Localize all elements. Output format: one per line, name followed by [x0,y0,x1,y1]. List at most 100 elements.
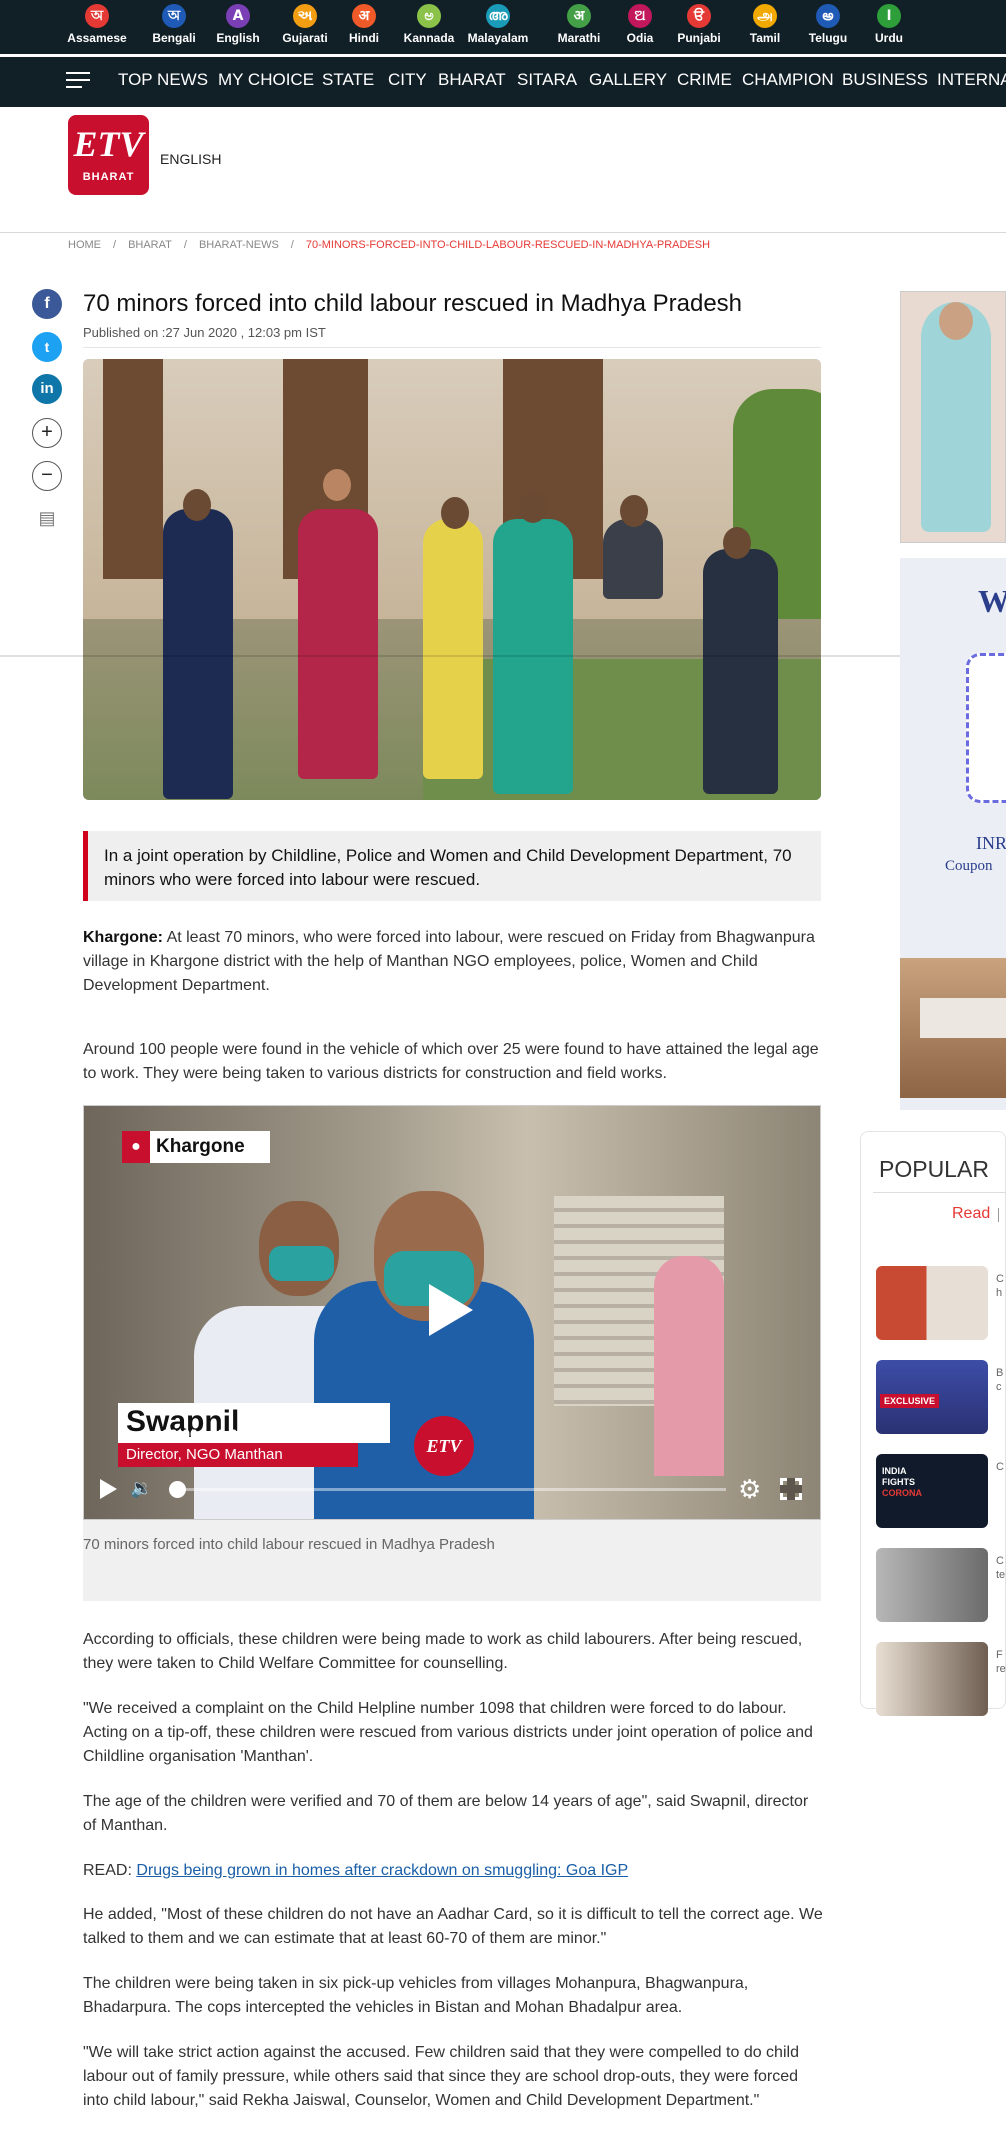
article-summary: In a joint operation by Childline, Polic… [83,831,821,901]
popular-item-title[interactable]: Fre [996,1648,1006,1676]
language-label: Tamil [749,31,781,45]
language-label: Assamese [67,31,127,45]
language-urdu[interactable]: ا Urdu [858,4,920,45]
language-telugu[interactable]: అ Telugu [797,4,859,45]
ad-headline: W [978,583,1006,619]
increase-font-icon[interactable]: + [32,418,62,448]
language-english[interactable]: A English [207,4,269,45]
language-punjabi[interactable]: ੳ Punjabi [668,4,730,45]
nav-item[interactable]: BUSINESS [842,70,928,90]
article-paragraph: The age of the children were verified an… [83,1793,809,1834]
location-tag: ● Khargone [122,1131,270,1163]
related-article-link[interactable]: Drugs being grown in homes after crackdo… [136,1862,628,1879]
language-marathi[interactable]: अ Marathi [548,4,610,45]
video-progress-handle[interactable] [169,1481,186,1498]
menu-icon[interactable] [66,72,90,90]
published-divider [83,347,821,348]
language-glyph-icon: അ [486,4,510,28]
language-label: Telugu [808,31,848,45]
language-glyph-icon: ੳ [687,4,711,28]
video-caption: 70 minors forced into child labour rescu… [83,1536,495,1553]
popular-item-title[interactable]: C [996,1460,1004,1474]
language-label: English [216,31,260,45]
article-lead: Khargone: At least 70 minors, who were f… [83,926,823,998]
breadcrumb-bharat-news[interactable]: BHARAT-NEWS [199,239,279,251]
popular-item-title[interactable]: Cte [996,1554,1005,1582]
speaker-nameplate: Swapnil [118,1403,390,1443]
language-malayalam[interactable]: അ Malayalam [467,4,529,45]
popular-item-title[interactable]: Bc [996,1366,1003,1394]
play-icon[interactable] [100,1479,117,1499]
nav-item[interactable]: INTERNA [937,70,1006,90]
fullscreen-icon[interactable] [780,1478,802,1500]
language-label: Punjabi [677,31,721,45]
facebook-share-icon[interactable]: f [32,289,62,319]
video-time: 00:00 / 00:00 [162,1426,246,1442]
breadcrumb-bharat[interactable]: BHARAT [128,239,172,251]
popular-item-title[interactable]: Ch [996,1272,1004,1300]
twitter-share-icon[interactable]: t [32,332,62,362]
language-label: Gujarati [282,31,328,45]
popular-item-thumbnail[interactable] [876,1548,988,1622]
lead-text: At least 70 minors, who were forced into… [83,929,815,994]
nav-item[interactable]: STATE [322,70,374,90]
nav-item[interactable]: CRIME [677,70,732,90]
sticky-header-edge [0,655,1006,657]
nav-item[interactable]: CHAMPION [742,70,834,90]
video-player[interactable]: ETV ● Khargone Swapnil Director, NGO Man… [83,1105,821,1520]
popular-item-thumbnail[interactable] [876,1266,988,1340]
language-bengali[interactable]: অ Bengali [143,4,205,45]
language-glyph-icon: अ [567,4,591,28]
tab-read[interactable]: Read [952,1205,990,1223]
language-glyph-icon: அ [753,4,777,28]
language-assamese[interactable]: অ Assamese [66,4,128,45]
language-hindi[interactable]: अ Hindi [333,4,395,45]
video-progress-track[interactable] [176,1488,726,1491]
header-divider [0,232,1006,233]
decrease-font-icon[interactable]: − [32,461,62,491]
nav-item[interactable]: SITARA [517,70,577,90]
popular-item-thumbnail[interactable]: EXCLUSIVE [876,1360,988,1434]
language-glyph-icon: अ [352,4,376,28]
settings-gear-icon[interactable]: ⚙ [738,1474,761,1505]
language-label: Odia [626,31,654,45]
breadcrumb-current: 70-MINORS-FORCED-INTO-CHILD-LABOUR-RESCU… [305,239,711,251]
linkedin-share-icon[interactable]: in [32,374,62,404]
language-label: Bengali [152,31,196,45]
logo-text: ETV [73,124,144,164]
edition-label[interactable]: ENGLISH [160,151,221,167]
language-glyph-icon: অ [162,4,186,28]
breadcrumb: HOME / BHARAT / BHARAT-NEWS/70-MINORS-FORCED… [68,239,711,251]
published-date: Published on :27 Jun 2020 , 12:03 pm IST [83,325,326,340]
language-label: Urdu [875,31,903,45]
location-pin-icon: ● [122,1131,150,1163]
language-label: Marathi [557,31,601,45]
volume-icon[interactable]: 🔉 [130,1478,152,1499]
nav-item[interactable]: TOP NEWS [118,70,208,90]
language-gujarati[interactable]: અ Gujarati [274,4,336,45]
language-glyph-icon: ಅ [417,4,441,28]
read-also: READ: Drugs being grown in homes after c… [83,1859,823,1883]
language-glyph-icon: અ [293,4,317,28]
language-tamil[interactable]: அ Tamil [734,4,796,45]
main-nav: TOP NEWS MY CHOICE STATE CITY BHARAT SITARA GA… [0,57,1006,107]
article-paragraph: "We received a complaint on the Child He… [83,1700,813,1765]
breadcrumb-home[interactable]: HOME [68,239,101,251]
language-kannada[interactable]: ಅ Kannada [398,4,460,45]
language-label: Malayalam [467,31,529,45]
popular-item-thumbnail[interactable] [876,1642,988,1716]
nav-item[interactable]: CITY [388,70,427,90]
coupon-ad[interactable]: W INR Coupon [900,558,1006,1110]
nav-item[interactable]: GALLERY [589,70,667,90]
popular-title: POPULAR [879,1156,989,1182]
nav-item[interactable]: BHARAT [438,70,506,90]
language-odia[interactable]: ଅ Odia [609,4,671,45]
etv-bharat-logo[interactable]: ETV BHARAT [68,115,149,195]
exclusive-badge: EXCLUSIVE [880,1394,940,1408]
popular-item-thumbnail[interactable]: INDIA FIGHTS CORONA [876,1454,988,1528]
fashion-ad[interactable] [900,291,1006,543]
play-overlay-icon[interactable] [429,1284,473,1336]
comment-icon[interactable]: ▤ [32,503,62,533]
india-fights-corona-badge: INDIA FIGHTS CORONA [882,1466,922,1498]
nav-item[interactable]: MY CHOICE [218,70,314,90]
